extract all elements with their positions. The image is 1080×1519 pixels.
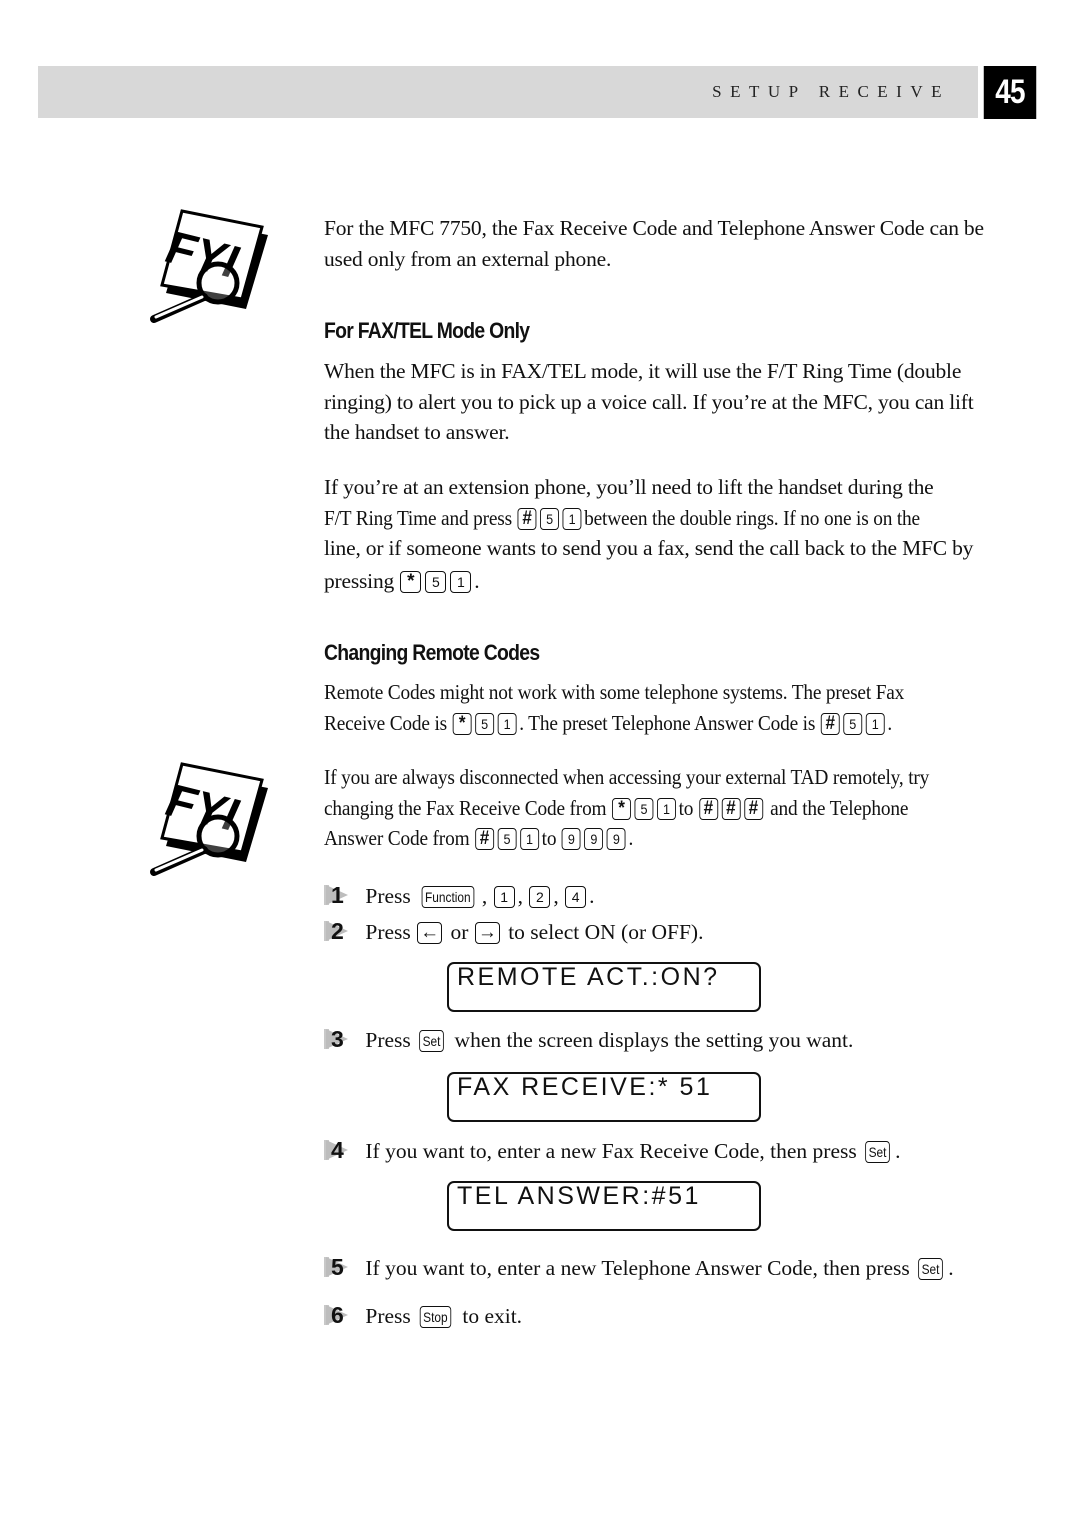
hash-key: #	[517, 507, 537, 530]
star-key: *	[612, 797, 631, 820]
key-5: 5	[634, 797, 654, 820]
heading-changing-remote-codes: Changing Remote Codes	[324, 640, 540, 665]
hash-key: #	[475, 828, 494, 850]
paragraph-line: pressing * 5 1.	[324, 568, 480, 593]
set-key: Set	[419, 1030, 444, 1052]
paragraph-line: Answer Code from #5 1 to 999.	[324, 826, 634, 850]
function-key: Function	[421, 886, 475, 908]
paragraph-line: Receive Code is * 5 1. The preset Telephon…	[324, 710, 893, 735]
step-6: 6 Press Stop to exit.	[324, 1300, 522, 1331]
hash-key: #	[743, 797, 763, 820]
step-number-marker: 6	[324, 1300, 360, 1330]
key-9: 9	[584, 828, 604, 850]
fax-tel-paragraph: When the MFC is in FAX/TEL mode, it will…	[324, 359, 974, 444]
key-1: 1	[562, 507, 582, 530]
right-arrow-key-icon: →	[474, 922, 500, 944]
step-3: 3 Press Set when the screen displays the…	[324, 1024, 853, 1055]
key-5: 5	[475, 712, 495, 735]
key-1: 1	[497, 712, 517, 735]
paragraph-line: Remote Codes might not work with some te…	[324, 680, 905, 704]
key-2: 2	[529, 886, 551, 908]
step-5: 5 If you want to, enter a new Telephone …	[324, 1252, 954, 1283]
key-5: 5	[497, 828, 517, 850]
key-5: 5	[843, 712, 863, 735]
extension-phone-paragraph: If you’re at an extension phone, you’ll …	[324, 472, 994, 596]
key-1: 1	[657, 797, 676, 820]
lcd-display-remote-act: REMOTE ACT.:ON?	[447, 962, 761, 1012]
set-key: Set	[865, 1141, 890, 1163]
left-arrow-key-icon: ←	[417, 922, 443, 944]
heading-fax-tel-mode: For FAX/TEL Mode Only	[324, 318, 530, 343]
hash-key: #	[721, 797, 741, 820]
paragraph-line: If you’re at an extension phone, you’ll …	[324, 475, 934, 499]
section-title: SETUP RECEIVE	[712, 82, 950, 101]
key-1: 1	[450, 570, 472, 593]
paragraph-line: line, or if someone wants to send you a …	[324, 536, 974, 560]
step-number-marker: 1	[324, 880, 360, 910]
stop-key: Stop	[419, 1306, 452, 1328]
fyi-magnifier-icon: FYI	[146, 205, 276, 325]
paragraph-line: changing the Fax Receive Code from * 5 1 to…	[324, 795, 909, 820]
key-4: 4	[565, 886, 587, 908]
step-number-marker: 3	[324, 1024, 360, 1054]
set-key: Set	[918, 1258, 944, 1280]
key-5: 5	[425, 570, 447, 593]
hash-key: #	[698, 797, 718, 820]
star-key: *	[452, 712, 472, 735]
key-1: 1	[520, 828, 539, 850]
step-4: 4 If you want to, enter a new Fax Receiv…	[324, 1135, 901, 1166]
star-key: *	[400, 570, 422, 593]
hash-key: #	[820, 712, 840, 735]
paragraph-line: F/T Ring Time and press #5 1 between the d…	[324, 505, 920, 530]
fyi-note-disconnected: If you are always disconnected when acce…	[324, 762, 994, 854]
fyi-magnifier-icon: FYI	[146, 758, 276, 878]
lcd-display-tel-answer: TEL ANSWER:#51	[447, 1181, 761, 1231]
key-1: 1	[865, 712, 885, 735]
paragraph-line: If you are always disconnected when acce…	[324, 765, 930, 789]
step-number-marker: 2	[324, 916, 360, 946]
key-9: 9	[561, 828, 581, 850]
step-1: 1 Press Function, 1, 2, 4.	[324, 880, 594, 911]
step-number-marker: 5	[324, 1252, 360, 1282]
lcd-display-fax-receive: FAX RECEIVE:* 51	[447, 1072, 761, 1122]
remote-codes-paragraph: Remote Codes might not work with some te…	[324, 677, 994, 738]
key-9: 9	[606, 828, 626, 850]
step-number-marker: 4	[324, 1135, 360, 1165]
key-1: 1	[493, 886, 515, 908]
step-2: 2 Press ← or → to select ON (or OFF).	[324, 916, 703, 947]
key-5: 5	[540, 507, 559, 530]
page-number: 45	[983, 66, 1037, 119]
fyi-note-external-phone: For the MFC 7750, the Fax Receive Code a…	[324, 216, 984, 271]
